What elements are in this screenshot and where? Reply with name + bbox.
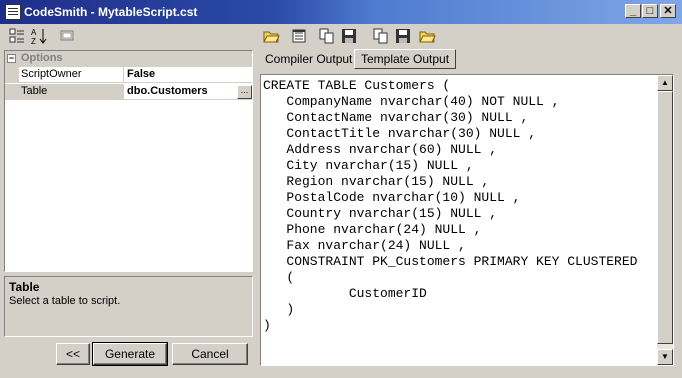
- output-line: ContactTitle nvarchar(30) NULL ,: [263, 126, 537, 141]
- help-description: Select a table to script.: [9, 295, 121, 307]
- app-icon: [5, 4, 21, 20]
- maximize-button[interactable]: □: [642, 4, 658, 18]
- property-category[interactable]: − Options: [5, 51, 252, 67]
- output-line: CREATE TABLE Customers (: [263, 78, 451, 93]
- back-button[interactable]: <<: [56, 343, 90, 365]
- property-name: ScriptOwner: [5, 67, 124, 83]
- svg-text:A: A: [31, 28, 37, 37]
- splitter[interactable]: [254, 24, 258, 378]
- copy-icon[interactable]: [372, 27, 390, 45]
- output-line: Country nvarchar(15) NULL ,: [263, 206, 498, 221]
- tab-compiler-output[interactable]: Compiler Output: [259, 48, 358, 70]
- output-line: CustomerID: [263, 286, 427, 301]
- property-value[interactable]: False: [125, 67, 252, 83]
- close-button[interactable]: ✕: [660, 4, 676, 18]
- categorized-icon[interactable]: [8, 27, 26, 45]
- output-line: ContactName nvarchar(30) NULL ,: [263, 110, 529, 125]
- scroll-thumb[interactable]: [657, 91, 673, 344]
- property-row-table[interactable]: Table dbo.Customers ...: [5, 84, 252, 100]
- properties-icon[interactable]: [290, 27, 308, 45]
- generate-button[interactable]: Generate: [92, 342, 168, 366]
- output-text[interactable]: CREATE TABLE Customers ( CompanyName nva…: [263, 78, 657, 362]
- output-line: CONSTRAINT PK_Customers PRIMARY KEY CLUS…: [263, 254, 638, 269]
- vertical-scrollbar[interactable]: ▲ ▼: [657, 75, 673, 365]
- output-line: CompanyName nvarchar(40) NOT NULL ,: [263, 94, 560, 109]
- open-folder-icon[interactable]: [418, 27, 436, 45]
- help-panel: Table Select a table to script.: [4, 276, 253, 337]
- output-line: PostalCode nvarchar(10) NULL ,: [263, 190, 521, 205]
- open-folder-icon[interactable]: [262, 27, 280, 45]
- save-icon[interactable]: [340, 27, 358, 45]
- svg-text:Z: Z: [31, 37, 36, 45]
- alphabetical-sort-icon[interactable]: AZ: [30, 27, 48, 46]
- output-line: Fax nvarchar(24) NULL ,: [263, 238, 466, 253]
- property-grid[interactable]: − Options ScriptOwner False Table dbo.Cu…: [4, 50, 253, 272]
- scroll-up-icon[interactable]: ▲: [657, 75, 673, 91]
- save-icon[interactable]: [394, 27, 412, 45]
- title-bar[interactable]: CodeSmith - MytableScript.cst _ □ ✕: [0, 0, 682, 24]
- output-line: Phone nvarchar(24) NULL ,: [263, 222, 482, 237]
- cancel-button[interactable]: Cancel: [172, 343, 248, 365]
- help-title: Table: [9, 280, 40, 294]
- property-pages-icon[interactable]: [58, 27, 76, 45]
- property-name: Table: [5, 84, 124, 100]
- browse-button[interactable]: ...: [237, 85, 252, 99]
- window-title: CodeSmith - MytableScript.cst: [24, 5, 198, 19]
- property-value[interactable]: dbo.Customers: [125, 84, 252, 100]
- output-line: ): [263, 318, 271, 333]
- output-line: (: [263, 270, 295, 285]
- template-output-panel[interactable]: CREATE TABLE Customers ( CompanyName nva…: [260, 74, 674, 366]
- collapse-icon[interactable]: −: [7, 54, 16, 63]
- minimize-button[interactable]: _: [625, 4, 641, 18]
- scroll-down-icon[interactable]: ▼: [657, 349, 673, 365]
- tab-template-output[interactable]: Template Output: [354, 49, 457, 69]
- output-line: Region nvarchar(15) NULL ,: [263, 174, 490, 189]
- property-row-scriptowner[interactable]: ScriptOwner False: [5, 67, 252, 83]
- category-label: Options: [21, 52, 63, 64]
- output-line: Address nvarchar(60) NULL ,: [263, 142, 498, 157]
- copy-icon[interactable]: [318, 27, 336, 45]
- output-line: ): [263, 302, 295, 317]
- output-line: City nvarchar(15) NULL ,: [263, 158, 474, 173]
